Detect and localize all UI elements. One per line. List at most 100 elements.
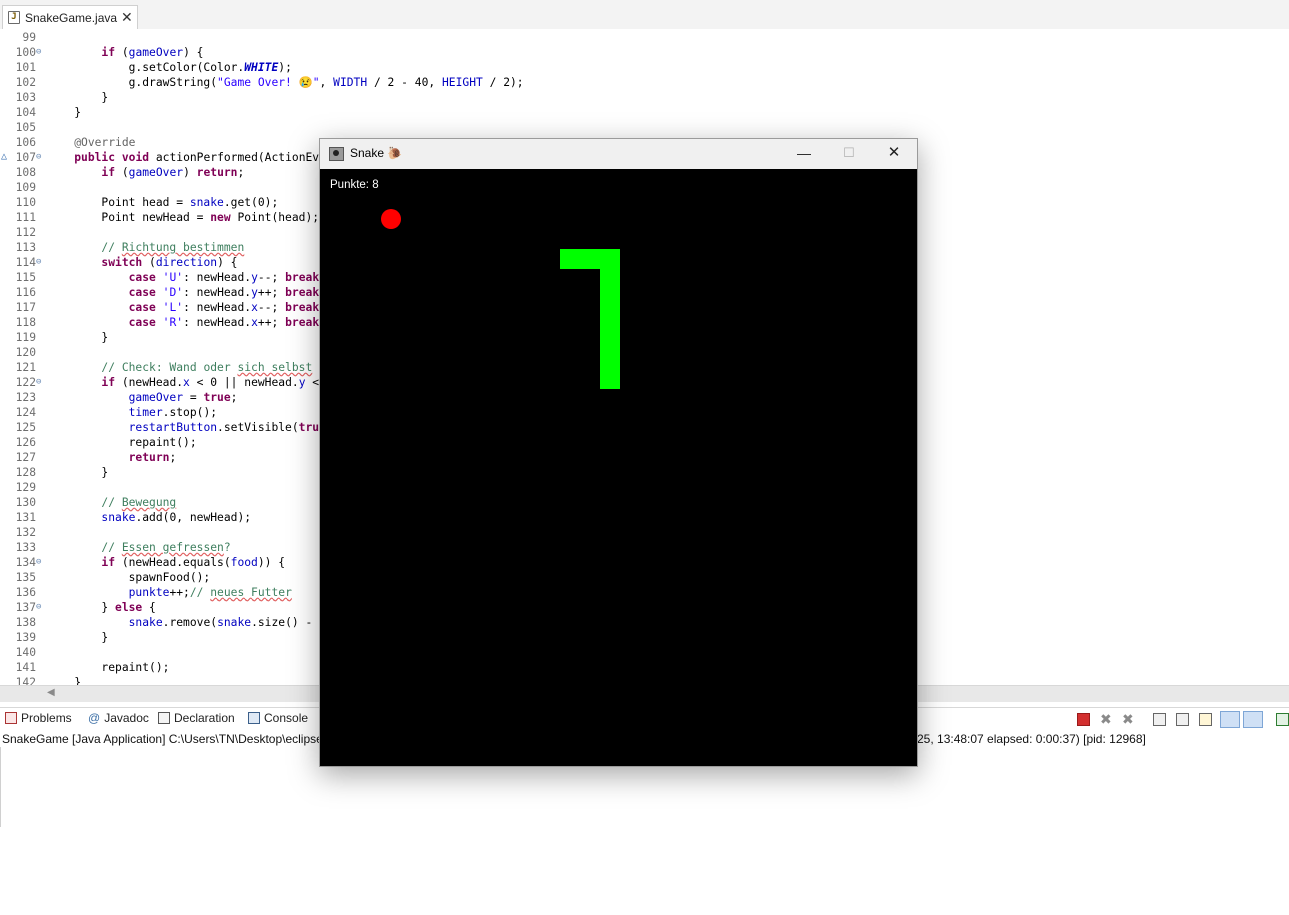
- code-text: case 'R': newHead.x++; break;: [128, 316, 326, 329]
- food-apple: [381, 209, 401, 229]
- line-number: 103: [15, 91, 36, 104]
- tab-console[interactable]: Console: [248, 711, 308, 725]
- code-text: if (newHead.equals(food)) {: [101, 556, 286, 569]
- show-console-on-stderr-icon[interactable]: [1243, 711, 1263, 728]
- code-line[interactable]: 101 g.setColor(Color.WHITE);: [0, 60, 1289, 75]
- code-text: }: [47, 631, 109, 644]
- code-text: if (gameOver) return;: [101, 166, 245, 179]
- clear-console-icon[interactable]: [1153, 713, 1166, 726]
- line-number: 135: [15, 571, 36, 584]
- line-number: 139: [15, 631, 36, 644]
- tab-javadoc[interactable]: @ Javadoc: [88, 711, 149, 725]
- code-text: }: [47, 466, 109, 479]
- code-text: } else {: [47, 601, 156, 614]
- remove-all-terminated-icon[interactable]: ✖: [1122, 712, 1135, 726]
- fold-toggle-icon[interactable]: ⊖: [36, 255, 41, 270]
- line-number: 127: [15, 451, 36, 464]
- line-number: 121: [15, 361, 36, 374]
- java-file-icon: J: [8, 11, 20, 24]
- code-text: @Override: [74, 136, 136, 149]
- line-number: 101: [15, 61, 36, 74]
- line-number: 105: [15, 121, 36, 134]
- line-number: 102: [15, 76, 36, 89]
- editor-tab-label: SnakeGame.java: [25, 11, 118, 25]
- snake-segment: [600, 349, 620, 369]
- fold-toggle-icon[interactable]: ⊖: [36, 555, 41, 570]
- score-label: Punkte: 8: [330, 179, 379, 191]
- code-text: case 'L': newHead.x--; break;: [128, 301, 326, 314]
- tab-declaration[interactable]: Declaration: [158, 711, 235, 725]
- code-text: gameOver = true;: [128, 391, 238, 404]
- remove-launch-icon[interactable]: ✖: [1100, 712, 1113, 726]
- scroll-left-icon[interactable]: ◀: [47, 687, 55, 698]
- minimize-button[interactable]: —: [781, 139, 827, 169]
- show-console-on-stdout-icon[interactable]: [1220, 711, 1240, 728]
- tab-problems[interactable]: Problems: [5, 711, 72, 725]
- tab-declaration-label: Declaration: [174, 711, 235, 725]
- javadoc-icon: @: [88, 711, 101, 725]
- line-number: 113: [15, 241, 36, 254]
- line-number: 129: [15, 481, 36, 494]
- line-number: 136: [15, 586, 36, 599]
- line-number: 104: [15, 106, 36, 119]
- line-number: 128: [15, 466, 36, 479]
- code-text: }: [47, 331, 109, 344]
- code-text: Point head = snake.get(0);: [47, 196, 279, 209]
- close-icon[interactable]: ✕: [121, 9, 133, 26]
- tab-javadoc-label: Javadoc: [104, 711, 149, 725]
- line-number: 138: [15, 616, 36, 629]
- snake-window-titlebar[interactable]: Snake 🐌 — ☐ ✕: [320, 139, 917, 169]
- line-number: 116: [15, 286, 36, 299]
- snake-segment: [600, 369, 620, 389]
- line-number: 142: [15, 676, 36, 685]
- code-text: if (gameOver) {: [101, 46, 204, 59]
- word-wrap-icon[interactable]: [1199, 713, 1212, 726]
- code-text: }: [47, 106, 82, 119]
- line-number: 111: [15, 211, 36, 224]
- console-icon: [248, 712, 260, 724]
- code-text: spawnFood();: [47, 571, 211, 584]
- pin-console-icon[interactable]: [1276, 713, 1289, 726]
- code-line[interactable]: 105: [0, 120, 1289, 135]
- fold-toggle-icon[interactable]: ⊖: [36, 600, 41, 615]
- code-line[interactable]: 102 g.drawString("Game Over! 😢", WIDTH /…: [0, 75, 1289, 90]
- tab-console-label: Console: [264, 711, 309, 725]
- line-number: 122: [15, 376, 36, 389]
- editor-tab-snakegame[interactable]: J SnakeGame.java ✕: [2, 5, 138, 29]
- code-text: repaint();: [47, 436, 197, 449]
- fold-toggle-icon[interactable]: ⊖: [36, 45, 41, 60]
- line-number: 109: [15, 181, 36, 194]
- line-number: 119: [15, 331, 36, 344]
- code-text: // Check: Wand oder sich selbst: [101, 361, 313, 374]
- fold-toggle-icon[interactable]: ⊖: [36, 375, 41, 390]
- code-line[interactable]: 100 ⊖ if (gameOver) {: [0, 45, 1289, 60]
- console-title-left: SnakeGame [Java Application] C:\Users\TN…: [2, 732, 327, 746]
- line-number: 126: [15, 436, 36, 449]
- code-text: repaint();: [47, 661, 170, 674]
- code-text: g.setColor(Color.WHITE);: [47, 61, 292, 74]
- line-number: 120: [15, 346, 36, 359]
- snake-segment: [600, 289, 620, 309]
- snake-segment: [600, 249, 620, 269]
- code-line[interactable]: 104 }: [0, 105, 1289, 120]
- line-number: 106: [15, 136, 36, 149]
- code-text: snake.add(0, newHead);: [101, 511, 252, 524]
- snake-game-window: Snake 🐌 — ☐ ✕ Punkte: 8: [319, 138, 918, 767]
- tab-problems-label: Problems: [21, 711, 72, 725]
- snake-segment: [560, 249, 580, 269]
- fold-toggle-icon[interactable]: ⊖: [36, 150, 41, 165]
- editor-tab-bar: J SnakeGame.java ✕: [0, 0, 1289, 30]
- code-text: snake.remove(snake.size() - 1);: [128, 616, 340, 629]
- line-number: 112: [15, 226, 36, 239]
- terminate-icon[interactable]: [1077, 713, 1090, 726]
- code-line[interactable]: 99: [0, 30, 1289, 45]
- line-number: 118: [15, 316, 36, 329]
- game-canvas[interactable]: Punkte: 8: [320, 169, 917, 766]
- snake-segment: [600, 309, 620, 329]
- scroll-lock-icon[interactable]: [1176, 713, 1189, 726]
- line-number: 132: [15, 526, 36, 539]
- line-number: 124: [15, 406, 36, 419]
- close-button[interactable]: ✕: [871, 139, 917, 169]
- code-line[interactable]: 103 }: [0, 90, 1289, 105]
- maximize-button[interactable]: ☐: [826, 139, 872, 169]
